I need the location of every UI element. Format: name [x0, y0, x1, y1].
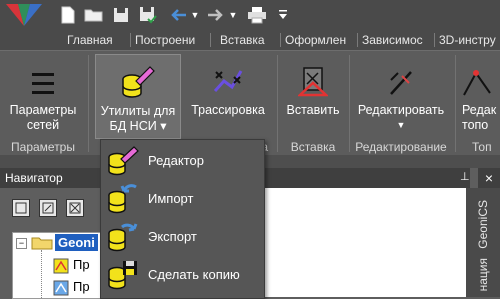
- tracing-label: Трассировка: [191, 103, 265, 117]
- tab-insert[interactable]: Вставка: [220, 30, 280, 50]
- tab-design[interactable]: Оформлен: [285, 30, 355, 50]
- tab-divider: [357, 33, 358, 47]
- insert-label: Вставить: [286, 103, 340, 117]
- menu-item-export[interactable]: Экспорт: [101, 218, 264, 256]
- side-tab-partial[interactable]: нация: [476, 258, 490, 291]
- tab-home[interactable]: Главная: [67, 30, 127, 50]
- utilities-label-2: БД НСИ ▾: [109, 119, 167, 133]
- tree-root-item[interactable]: Geoni: [55, 234, 98, 251]
- db-pencil-icon: [96, 55, 180, 99]
- tab-3d-tools[interactable]: 3D-инстру: [439, 30, 500, 50]
- ribbon-group-topo: Редак топо Топ: [456, 51, 500, 156]
- utilities-label-1: Утилиты для: [100, 104, 176, 118]
- menu-item-import[interactable]: Импорт: [101, 180, 264, 218]
- pin-icon[interactable]: ⊥: [460, 170, 470, 183]
- tree-expand-icon[interactable]: −: [16, 238, 27, 249]
- tab-divider: [280, 33, 281, 47]
- topo-icon: [462, 53, 500, 97]
- ribbon-group-params: Параметры сетей Параметры: [0, 51, 86, 156]
- menu-item-label: Импорт: [148, 191, 194, 206]
- tree-item[interactable]: Пр: [73, 279, 90, 294]
- menu-item-editor[interactable]: Редактор: [101, 142, 264, 180]
- ribbon-group-insert: Вставить Вставка: [278, 51, 348, 156]
- navigator-title: Навигатор: [5, 171, 63, 185]
- tab-divider: [210, 33, 211, 47]
- edit-dropdown-icon: ▼: [396, 120, 406, 130]
- quick-access-toolbar: ▼ ▼: [0, 0, 500, 30]
- network-params-button[interactable]: Параметры сетей: [3, 53, 83, 133]
- document-panel: [262, 188, 467, 297]
- menu-item-label: Экспорт: [148, 229, 197, 244]
- utilities-db-button[interactable]: Утилиты для БД НСИ ▾: [95, 54, 181, 139]
- nav-edit-icon[interactable]: [39, 199, 57, 217]
- list-lines-icon: [3, 53, 83, 97]
- nav-delete-icon[interactable]: [66, 199, 84, 217]
- topo-label-2: топо: [462, 118, 489, 132]
- group-divider: [88, 55, 89, 152]
- tracing-button[interactable]: Трассировка: [187, 53, 269, 118]
- menu-item-label: Редактор: [148, 153, 204, 168]
- save-icon[interactable]: [112, 6, 130, 24]
- network-params-label-1: Параметры: [9, 103, 77, 117]
- customize-toolbar-icon[interactable]: [278, 6, 288, 24]
- undo-icon[interactable]: [170, 6, 188, 24]
- side-tab-geonics[interactable]: GeoniCS: [476, 200, 490, 249]
- app-logo-icon[interactable]: [4, 2, 44, 28]
- polyline-trace-icon: [187, 53, 269, 97]
- group-label-params: Параметры: [11, 140, 75, 154]
- panel-close-icon[interactable]: ×: [478, 168, 500, 188]
- open-folder-icon[interactable]: [84, 6, 104, 24]
- db-pencil-icon: [106, 145, 140, 177]
- ribbon-group-editing: Редактировать ▼ Редактирование: [350, 51, 452, 156]
- group-label-editing: Редактирование: [355, 140, 447, 154]
- ribbon-tab-bar: Главная Построени Вставка Оформлен Завис…: [0, 30, 500, 50]
- document-panel-header: ⊥: [262, 168, 470, 188]
- redo-icon[interactable]: [206, 6, 224, 24]
- menu-item-label: Сделать копию: [148, 267, 240, 282]
- tree-item-icon: [53, 280, 69, 299]
- menu-item-make-copy[interactable]: Сделать копию: [101, 256, 264, 294]
- insert-button[interactable]: Вставить: [280, 53, 346, 118]
- topo-label-1: Редак: [462, 103, 497, 117]
- tab-dependencies[interactable]: Зависимос: [362, 30, 432, 50]
- group-label-insert: Вставка: [290, 140, 336, 154]
- side-tab-bar: GeoniCS нация: [466, 188, 500, 297]
- tree-line: [41, 250, 43, 298]
- tree-item[interactable]: Пр: [73, 257, 90, 272]
- group-label-topo: Топ: [472, 140, 492, 154]
- nav-new-icon[interactable]: [12, 199, 30, 217]
- edit-label: Редактировать: [357, 103, 445, 117]
- tab-divider: [434, 33, 435, 47]
- edit-button[interactable]: Редактировать ▼: [354, 53, 448, 133]
- tab-divider: [130, 33, 131, 47]
- db-export-icon: [106, 221, 140, 253]
- network-params-label-2: сетей: [26, 118, 60, 132]
- save-as-icon[interactable]: [138, 6, 158, 24]
- print-icon[interactable]: [246, 6, 268, 24]
- tree-item-icon: [53, 258, 69, 277]
- db-save-icon: [106, 259, 140, 291]
- undo-dropdown-icon[interactable]: ▼: [190, 6, 200, 24]
- edit-line-icon: [354, 53, 448, 97]
- db-import-icon: [106, 183, 140, 215]
- redo-dropdown-icon[interactable]: ▼: [228, 6, 238, 24]
- edit-topo-button[interactable]: Редак топо: [462, 53, 500, 133]
- utilities-dropdown-menu: Редактор Импорт Экспорт Сделать копию: [100, 139, 265, 299]
- insert-block-icon: [280, 53, 346, 97]
- tab-construct[interactable]: Построени: [135, 30, 207, 50]
- new-file-icon[interactable]: [60, 6, 76, 24]
